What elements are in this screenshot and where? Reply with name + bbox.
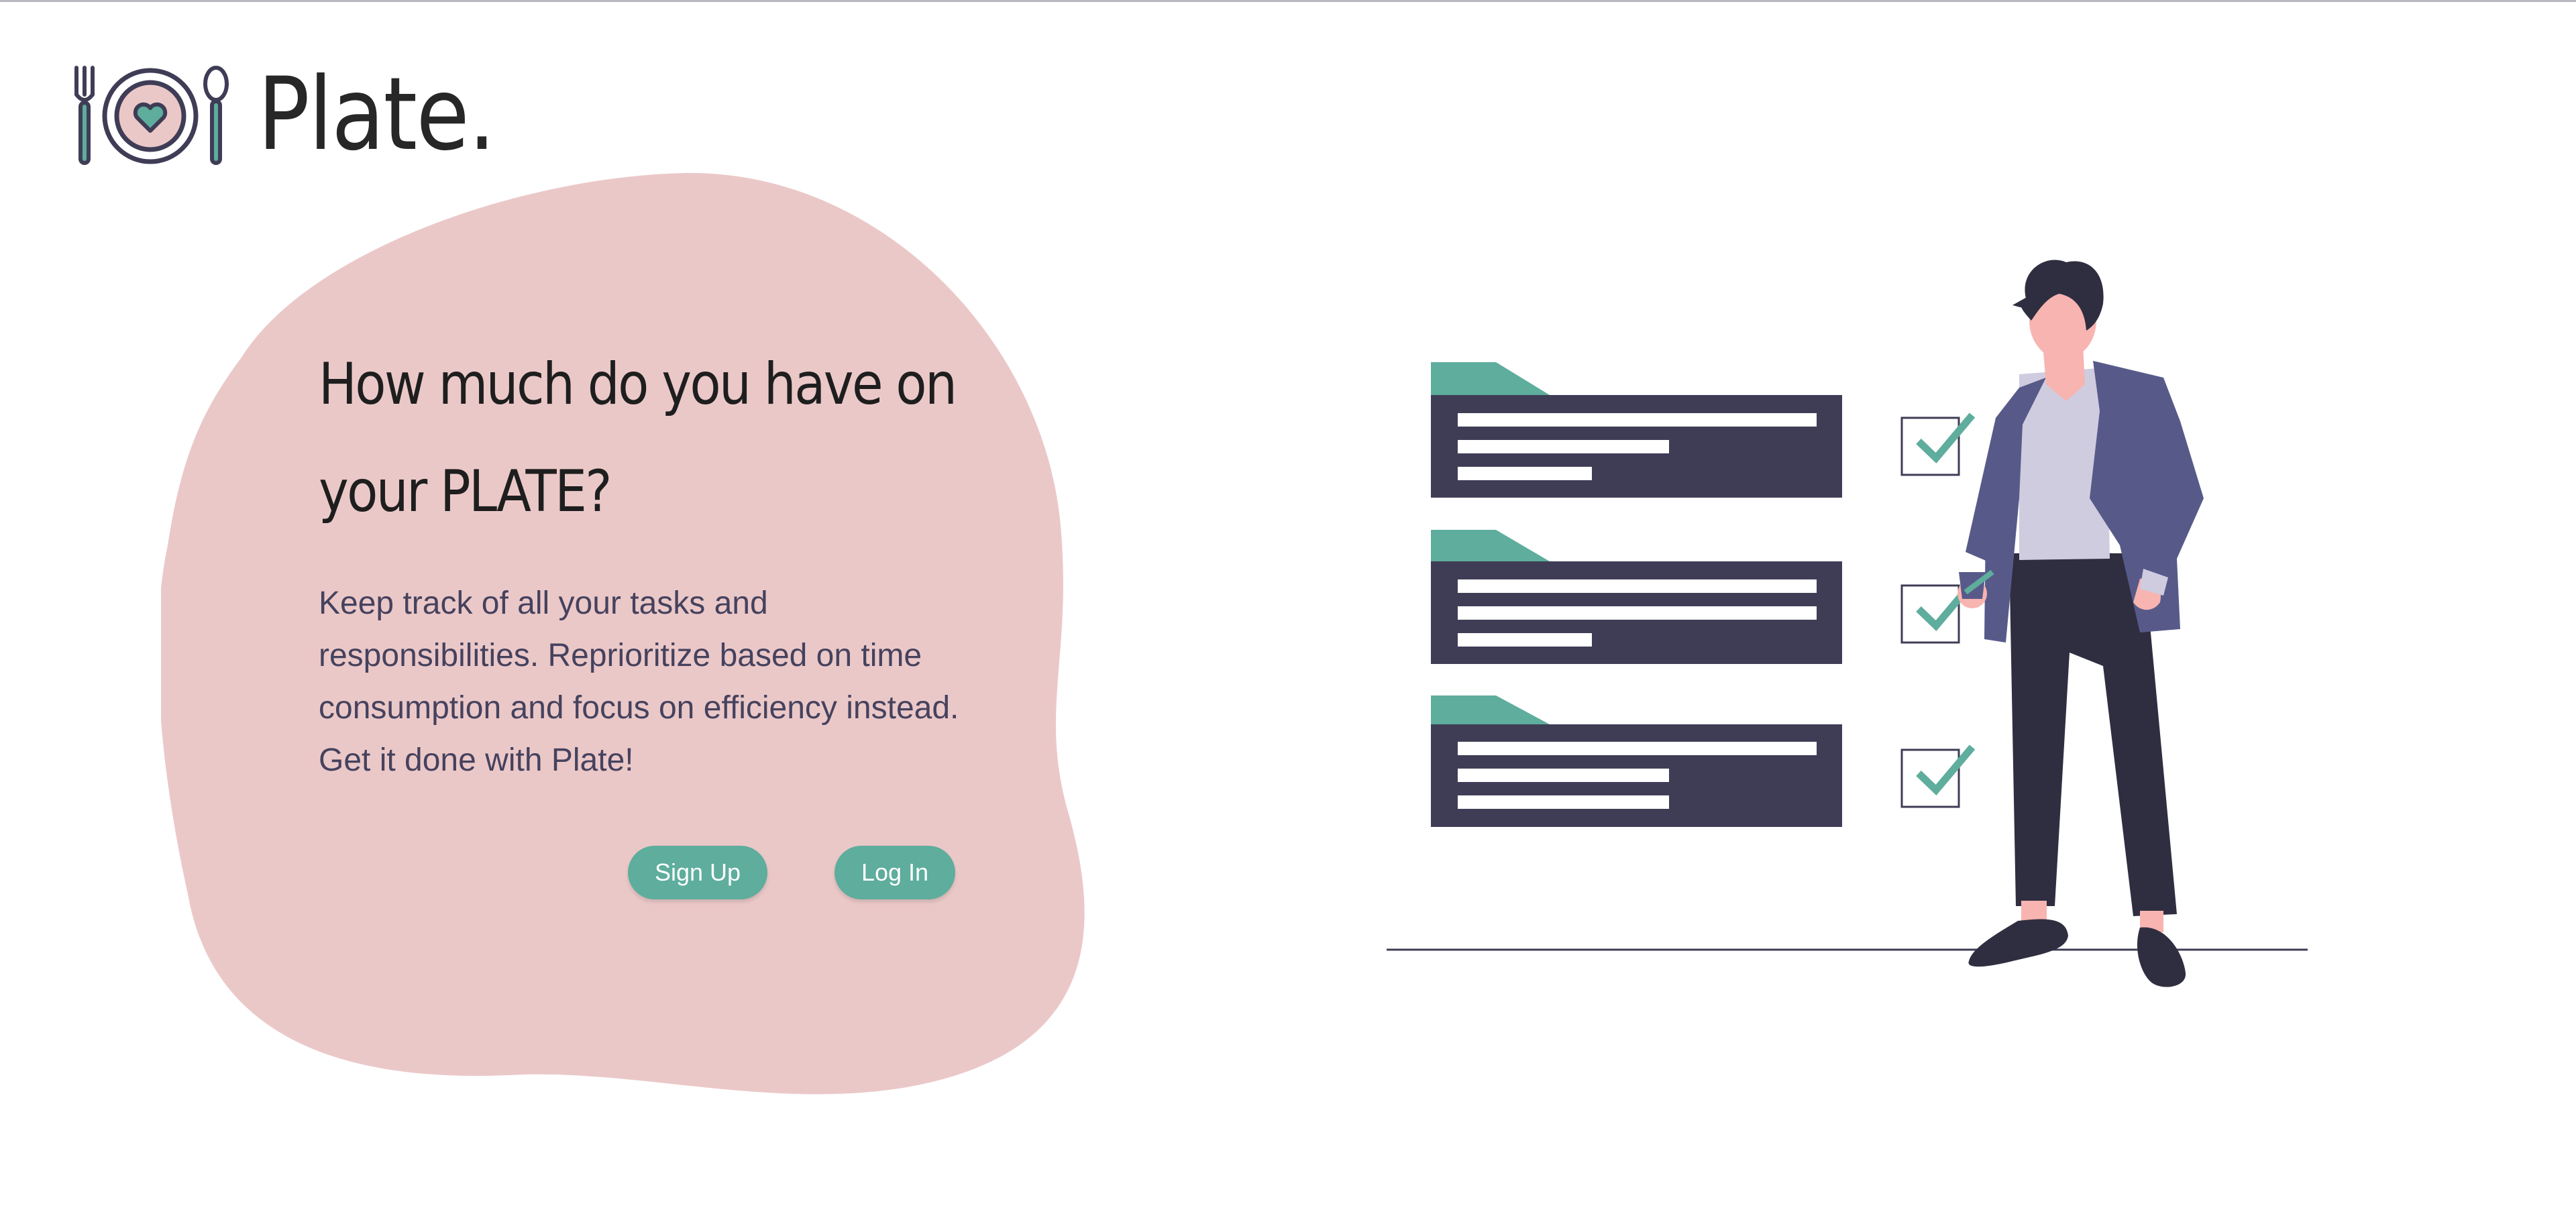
hero-description: Keep track of all your tasks and respons… bbox=[319, 586, 959, 778]
person-figure bbox=[1957, 260, 2204, 987]
task-card bbox=[1431, 362, 1842, 498]
log-in-button[interactable]: Log In bbox=[835, 846, 955, 899]
fork-plate-spoon-icon bbox=[74, 66, 229, 165]
landing-page: Plate. How much do you have on your PLAT… bbox=[0, 0, 2576, 1226]
hero-title: How much do you have on your PLATE? bbox=[319, 351, 957, 525]
task-card bbox=[1431, 695, 1842, 827]
brand-logo[interactable]: Plate. bbox=[70, 61, 533, 168]
hero-section: How much do you have on your PLATE? Keep… bbox=[319, 331, 1003, 787]
checklist-person-illustration bbox=[1387, 260, 2308, 987]
checkbox-checked-icon bbox=[1900, 412, 1976, 476]
checkbox-checked-icon bbox=[1900, 744, 1976, 808]
sign-up-button[interactable]: Sign Up bbox=[628, 846, 767, 899]
task-card bbox=[1431, 530, 1842, 664]
brand-name: Plate. bbox=[258, 56, 496, 173]
